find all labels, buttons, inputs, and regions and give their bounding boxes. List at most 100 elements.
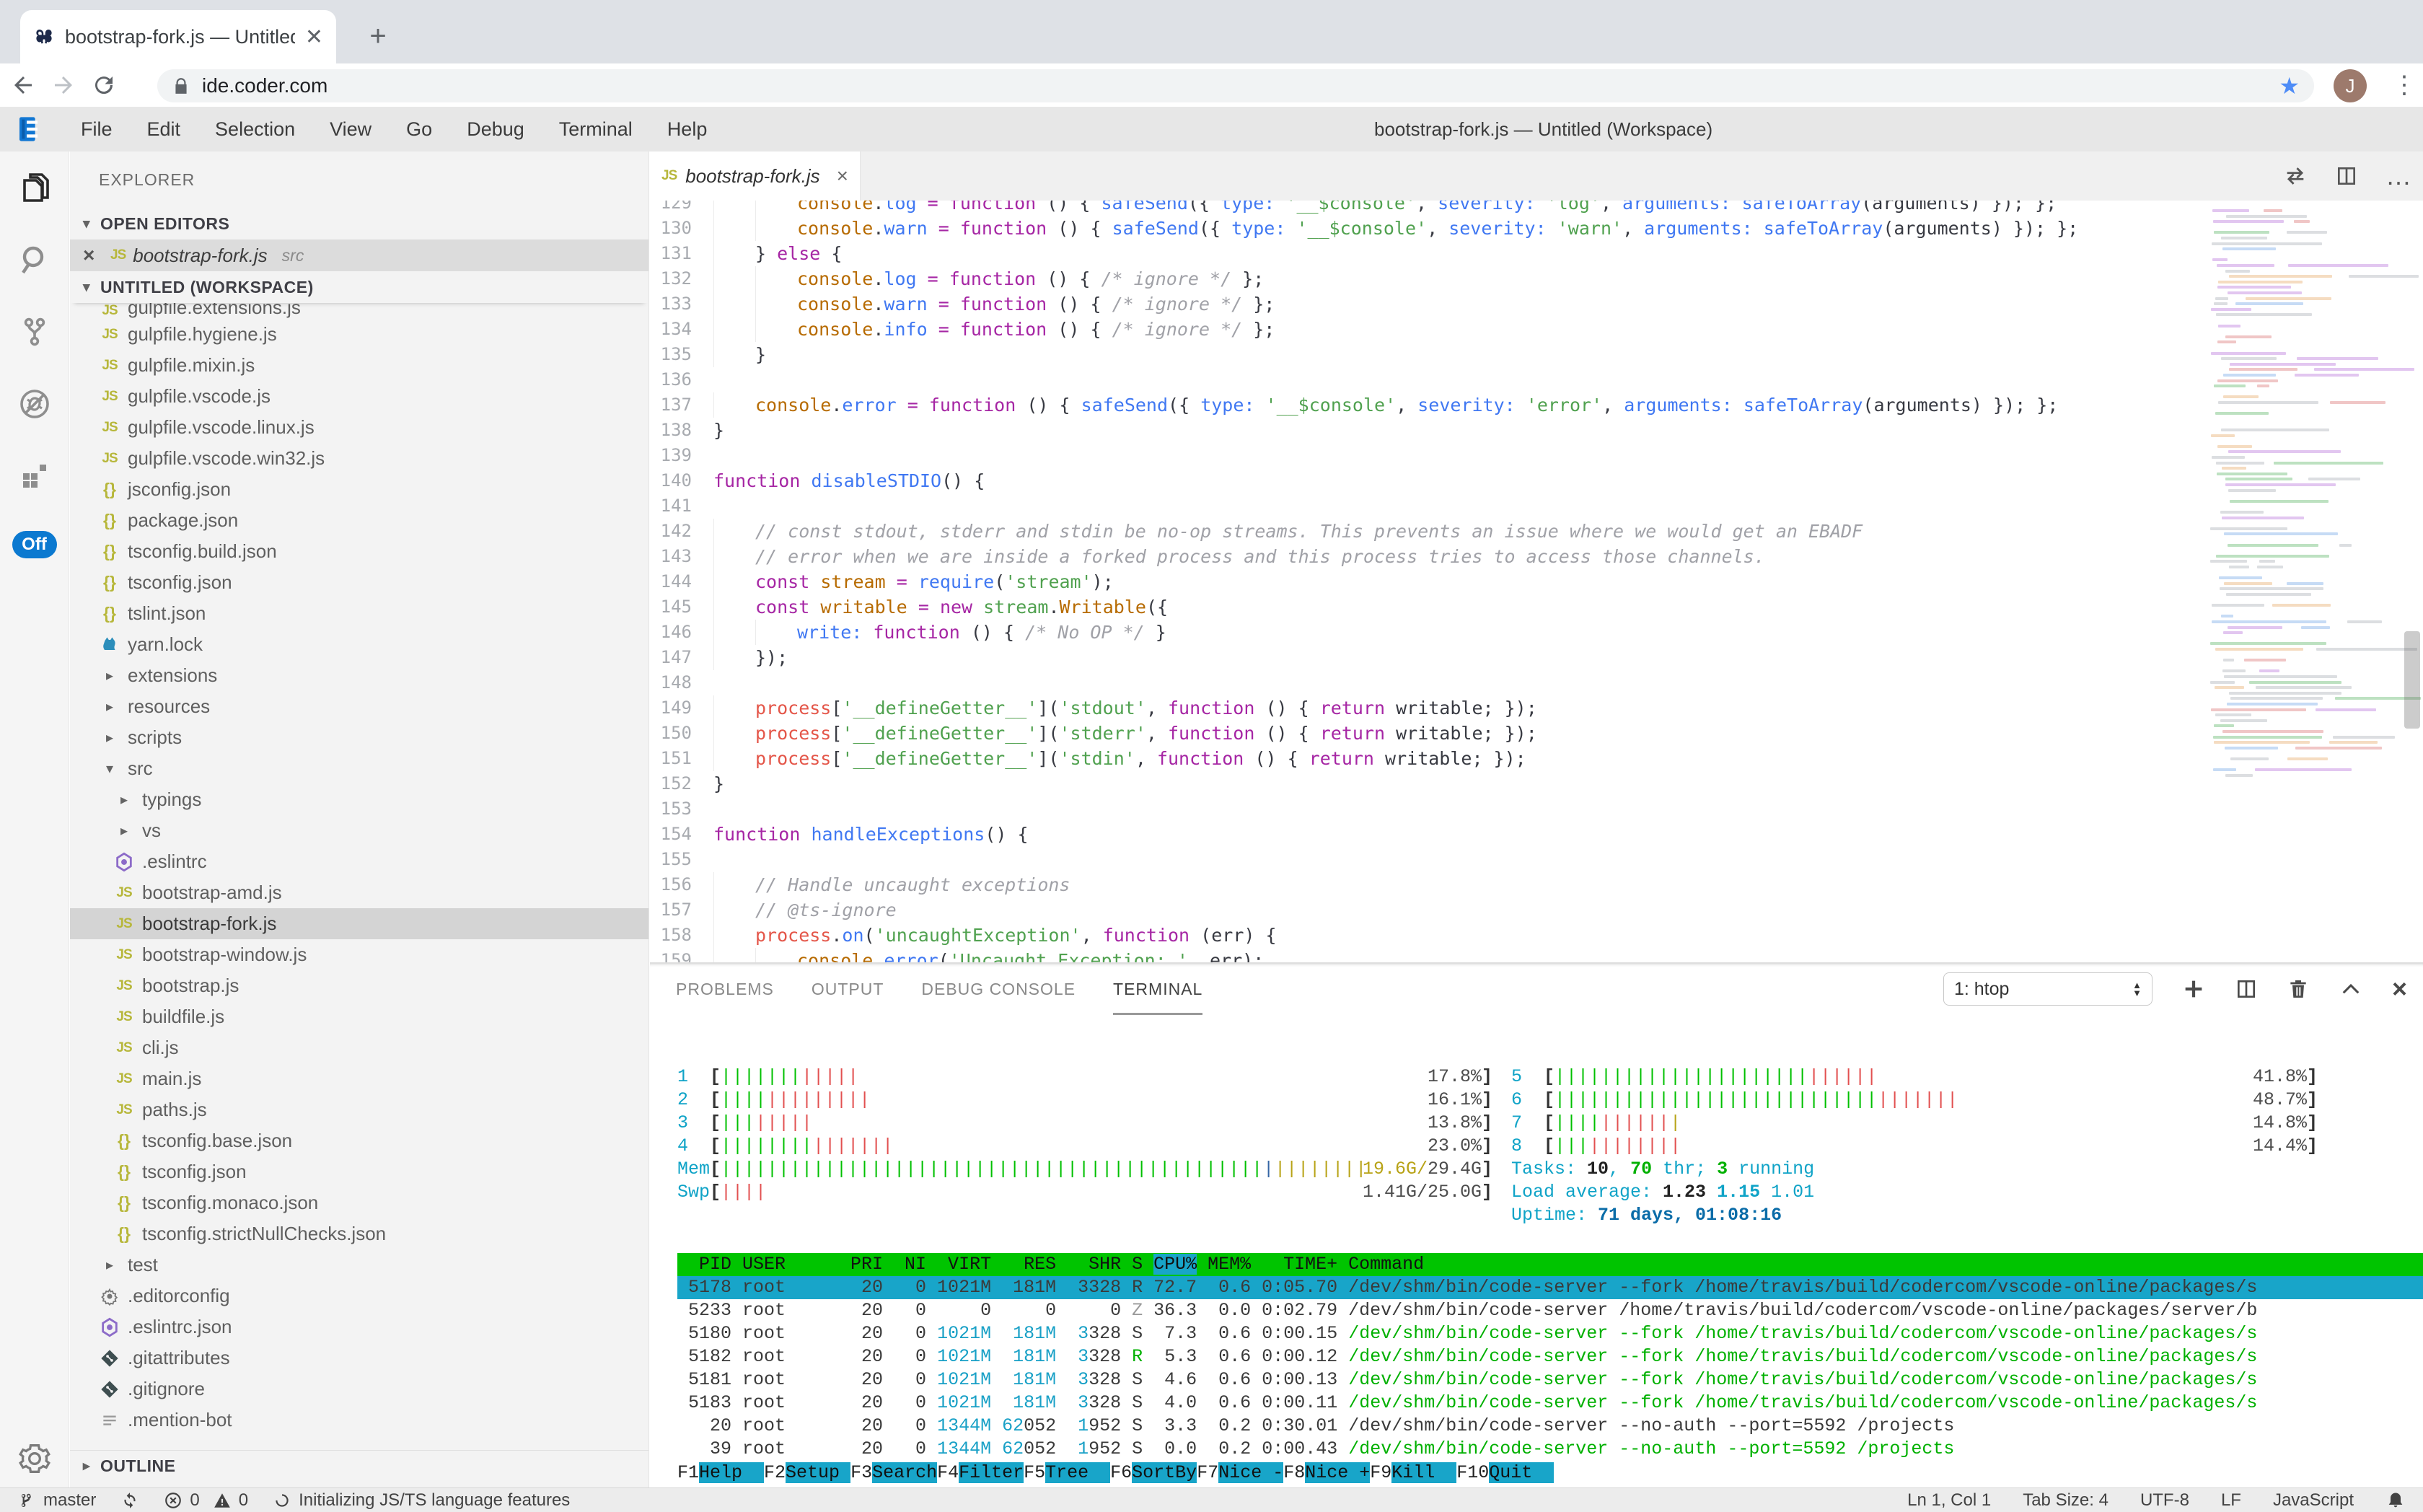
status-tab-size[interactable]: Tab Size: 4 (2023, 1490, 2108, 1511)
terminal-htop[interactable]: 1 [||||||||||||17.8%]2 [|||||||||||||16.… (677, 1015, 2423, 1487)
process-row[interactable]: 5180 root 20 0 1021M 181M 3328 S 7.3 0.6… (677, 1322, 2423, 1345)
menu-debug[interactable]: Debug (449, 118, 542, 141)
file-package.json[interactable]: {}package.json (70, 505, 648, 536)
new-tab-button[interactable]: + (358, 16, 398, 56)
more-actions-icon[interactable]: … (2385, 169, 2411, 183)
panel-tab-terminal[interactable]: TERMINAL (1113, 963, 1202, 1015)
process-row[interactable]: 5183 root 20 0 1021M 181M 3328 S 4.0 0.6… (677, 1392, 2423, 1415)
tab-close-icon[interactable]: ✕ (305, 25, 323, 50)
kill-terminal-trash-icon[interactable] (2287, 977, 2310, 1001)
avatar[interactable]: J (2334, 69, 2367, 102)
htop-fkey-bar[interactable]: F1Help F2Setup F3SearchF4FilterF5Tree F6… (677, 1461, 2423, 1485)
folder-src[interactable]: ▾src (70, 753, 648, 784)
file-bootstrap-fork.js[interactable]: JSbootstrap-fork.js (70, 908, 648, 939)
terminal-select[interactable]: 1: htop ▲▼ (1943, 972, 2152, 1006)
file-tsconfig.json[interactable]: {}tsconfig.json (70, 567, 648, 598)
file-.eslintrc.json[interactable]: .eslintrc.json (70, 1311, 648, 1342)
file-bootstrap.js[interactable]: JSbootstrap.js (70, 970, 648, 1001)
activitybar-debug-disabled[interactable] (0, 368, 69, 440)
file-gulpfile.hygiene.js[interactable]: JSgulpfile.hygiene.js (70, 319, 648, 350)
process-row[interactable]: 5233 root 20 0 0 0 0 Z 36.3 0.0 0:02.79 … (677, 1299, 2423, 1322)
open-editor-item[interactable]: × JS bootstrap-fork.js src (70, 239, 648, 271)
back-icon[interactable] (10, 72, 50, 98)
panel-tab-problems[interactable]: PROBLEMS (676, 963, 774, 1015)
open-changes-icon[interactable] (2283, 164, 2308, 188)
close-icon[interactable]: × (837, 164, 848, 188)
panel-tab-debug-console[interactable]: DEBUG CONSOLE (921, 963, 1076, 1015)
folder-vs[interactable]: ▸vs (70, 815, 648, 846)
open-editors-section[interactable]: ▾ OPEN EDITORS (70, 208, 648, 239)
outline-section[interactable]: ▸ OUTLINE (70, 1450, 648, 1482)
folder-extensions[interactable]: ▸extensions (70, 660, 648, 691)
bookmark-star-icon[interactable]: ★ (2279, 72, 2300, 100)
activitybar-explorer[interactable] (0, 151, 69, 224)
folder-resources[interactable]: ▸resources (70, 691, 648, 722)
panel-tab-output[interactable]: OUTPUT (812, 963, 884, 1015)
file-gulpfile.extensions.js[interactable]: JSgulpfile.extensions.js (70, 303, 648, 319)
reload-icon[interactable] (91, 72, 131, 98)
status-eol[interactable]: LF (2221, 1490, 2241, 1511)
status-cursor-position[interactable]: Ln 1, Col 1 (1907, 1490, 1991, 1511)
off-toggle-badge[interactable]: Off (12, 531, 57, 558)
fkey-f6[interactable]: F6 (1110, 1462, 1132, 1483)
fkey-f4[interactable]: F4 (937, 1462, 959, 1483)
process-row[interactable]: 20 root 20 0 1344M 62052 1952 S 3.3 0.2 … (677, 1415, 2423, 1438)
process-row[interactable]: 5181 root 20 0 1021M 181M 3328 S 4.6 0.6… (677, 1368, 2423, 1392)
file-tsconfig.strictNullChecks.json[interactable]: {}tsconfig.strictNullChecks.json (70, 1218, 648, 1249)
forward-icon[interactable] (50, 72, 91, 98)
file-tsconfig.json[interactable]: {}tsconfig.json (70, 1156, 648, 1187)
menu-edit[interactable]: Edit (130, 118, 198, 141)
fkey-f3[interactable]: F3 (850, 1462, 872, 1483)
settings-gear-icon[interactable] (0, 1443, 69, 1474)
menu-terminal[interactable]: Terminal (542, 118, 650, 141)
minimap[interactable] (2210, 209, 2380, 786)
status-language-mode[interactable]: JavaScript (2273, 1490, 2354, 1511)
fkey-f7[interactable]: F7 (1197, 1462, 1218, 1483)
file-gulpfile.vscode.js[interactable]: JSgulpfile.vscode.js (70, 381, 648, 412)
fkey-f5[interactable]: F5 (1024, 1462, 1045, 1483)
menu-go[interactable]: Go (389, 118, 449, 141)
editor-scrollbar[interactable] (2404, 631, 2420, 729)
close-icon[interactable]: × (83, 244, 103, 267)
file-yarn.lock[interactable]: yarn.lock (70, 629, 648, 660)
file-.eslintrc[interactable]: .eslintrc (70, 846, 648, 877)
file-gulpfile.vscode.linux.js[interactable]: JSgulpfile.vscode.linux.js (70, 412, 648, 443)
notifications-bell-icon[interactable] (2385, 1490, 2406, 1511)
split-editor-icon[interactable] (2335, 164, 2358, 188)
fkey-f8[interactable]: F8 (1283, 1462, 1305, 1483)
activitybar-extensions[interactable] (0, 440, 69, 512)
close-panel-icon[interactable]: × (2392, 974, 2407, 1004)
browser-menu-icon[interactable]: ⋮ (2392, 71, 2417, 100)
file-tsconfig.base.json[interactable]: {}tsconfig.base.json (70, 1125, 648, 1156)
language-status-item[interactable]: Initializing JS/TS language features (273, 1490, 570, 1511)
file-bootstrap-amd.js[interactable]: JSbootstrap-amd.js (70, 877, 648, 908)
menu-help[interactable]: Help (650, 118, 725, 141)
maximize-panel-icon[interactable] (2339, 977, 2363, 1001)
address-bar[interactable]: ide.coder.com ★ (157, 69, 2314, 102)
file-.gitattributes[interactable]: .gitattributes (70, 1342, 648, 1373)
editor-tab-bootstrap-fork[interactable]: JS bootstrap-fork.js × (650, 151, 861, 201)
folder-scripts[interactable]: ▸scripts (70, 722, 648, 753)
folder-typings[interactable]: ▸typings (70, 784, 648, 815)
fkey-f1[interactable]: F1 (677, 1462, 699, 1483)
menu-view[interactable]: View (312, 118, 389, 141)
folder-test[interactable]: ▸test (70, 1249, 648, 1280)
browser-tab[interactable]: bootstrap-fork.js — Untitled (W ✕ (20, 10, 336, 63)
process-row[interactable]: 5182 root 20 0 1021M 181M 3328 R 5.3 0.6… (677, 1345, 2423, 1368)
status-encoding[interactable]: UTF-8 (2140, 1490, 2189, 1511)
process-row[interactable]: 5178 root 20 0 1021M 181M 3328 R 72.7 0.… (677, 1276, 2423, 1299)
file-.mention-bot[interactable]: .mention-bot (70, 1405, 648, 1436)
workspace-section[interactable]: ▾ UNTITLED (WORKSPACE) (70, 271, 648, 303)
new-terminal-icon[interactable] (2181, 977, 2206, 1001)
problems-item[interactable]: 0 0 (164, 1490, 248, 1511)
file-gulpfile.mixin.js[interactable]: JSgulpfile.mixin.js (70, 350, 648, 381)
fkey-f9[interactable]: F9 (1370, 1462, 1391, 1483)
sync-icon[interactable] (120, 1491, 139, 1510)
file-jsconfig.json[interactable]: {}jsconfig.json (70, 474, 648, 505)
file-buildfile.js[interactable]: JSbuildfile.js (70, 1001, 648, 1032)
file-cli.js[interactable]: JScli.js (70, 1032, 648, 1063)
split-terminal-icon[interactable] (2235, 977, 2258, 1001)
menu-selection[interactable]: Selection (198, 118, 312, 141)
fkey-f2[interactable]: F2 (764, 1462, 786, 1483)
activitybar-source-control[interactable] (0, 296, 69, 368)
